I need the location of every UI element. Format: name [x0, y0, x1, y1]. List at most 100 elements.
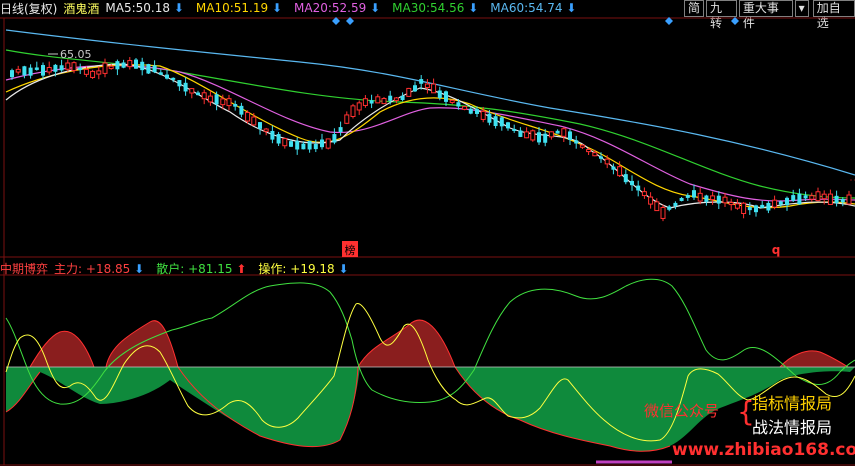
candle-body [134, 59, 138, 69]
ma5-line [5, 63, 855, 209]
candle-body [543, 133, 548, 143]
candle-body [475, 109, 479, 114]
candle-body [803, 195, 808, 199]
candle-body [34, 67, 39, 70]
promo-line-1: 指标情报局 [752, 394, 833, 413]
candle-body [630, 180, 634, 186]
arrow-down-icon: ⬇ [134, 261, 145, 276]
candle-body [548, 131, 554, 138]
candle-body [102, 62, 108, 74]
candle-body [747, 207, 752, 211]
candle-body [692, 190, 696, 198]
candle-body [623, 174, 628, 183]
candle-body [83, 68, 89, 75]
candle-body [722, 196, 728, 204]
retail-label: 散户: +81.15 ⬆ [156, 261, 247, 276]
candle-body [400, 95, 405, 100]
candle-body [239, 105, 244, 115]
candle-body [201, 92, 207, 100]
q-badge[interactable]: q [772, 243, 781, 257]
candle-body [207, 95, 213, 103]
candle-body [356, 102, 362, 111]
promo-url: www.zhibiao168.com [672, 440, 855, 460]
kline-chart[interactable]: 65.05 榜 q [0, 0, 855, 466]
candle-body [258, 122, 262, 129]
candle-body [673, 202, 678, 207]
candle-body [734, 203, 740, 209]
candle-body [350, 105, 356, 117]
arrow-down-icon: ⬇ [338, 261, 349, 276]
candle-body [406, 87, 412, 97]
candle-body [282, 138, 288, 147]
candle-body [301, 143, 306, 150]
candle-body [840, 198, 845, 203]
candle-body [704, 195, 709, 202]
candle-body [41, 65, 45, 76]
candle-body [325, 138, 331, 149]
candle-body [579, 144, 585, 148]
indicator-pane [5, 278, 855, 464]
candle-body [196, 92, 200, 96]
candle-body [586, 148, 592, 153]
candle-body [518, 130, 523, 137]
candle-body [660, 207, 666, 219]
candle-body [574, 140, 579, 144]
candle-body [78, 67, 83, 71]
candle-body [604, 158, 610, 165]
indicator-name[interactable]: 中期博弈 [0, 260, 48, 277]
candle-body [263, 128, 269, 132]
candle-body [487, 113, 492, 123]
candle-body [307, 140, 312, 150]
candle-body [599, 156, 603, 159]
candle-body [90, 70, 96, 78]
candle-body [524, 131, 530, 139]
candle-body [413, 85, 417, 92]
candle-body [648, 196, 654, 205]
candle-body [791, 195, 796, 201]
candle-body [28, 67, 33, 76]
candle-body [641, 191, 647, 197]
candle-body [846, 194, 852, 205]
candle-body [499, 117, 504, 127]
candle-body [444, 91, 448, 102]
candle-body [480, 110, 486, 120]
candle-body [393, 97, 399, 101]
candle-body [741, 202, 747, 214]
candle-body [270, 130, 275, 140]
candle-body [506, 122, 510, 129]
main-force-area-4 [780, 350, 848, 367]
candle-body [512, 128, 517, 131]
arrow-up-icon: ⬆ [236, 261, 247, 276]
candle-body [456, 102, 461, 107]
candle-body [772, 199, 778, 208]
candle-body [685, 195, 690, 198]
moving-averages [5, 29, 855, 209]
candlesticks[interactable] [10, 57, 852, 222]
candle-body [140, 61, 145, 71]
candle-body [592, 152, 598, 157]
candle-body [437, 90, 442, 99]
candle-body [636, 185, 641, 191]
candle-body [289, 141, 293, 147]
candle-body [177, 80, 182, 87]
candle-body [766, 202, 771, 211]
candle-body [617, 166, 623, 177]
retail-area [6, 367, 855, 452]
candle-body [65, 62, 71, 70]
candle-body [537, 132, 541, 143]
candle-body [815, 191, 821, 202]
candle-body [679, 198, 684, 201]
candle-body [344, 114, 350, 124]
candle-body [754, 205, 758, 213]
main-force-area-2 [106, 320, 178, 367]
operation-label: 操作: +19.18 ⬇ [258, 261, 349, 276]
candle-body [158, 72, 163, 75]
candle-body [561, 128, 567, 137]
candle-body [165, 74, 169, 79]
candle-body [10, 70, 14, 78]
candle-body [53, 64, 58, 72]
candle-body [320, 139, 324, 148]
candle-body [214, 94, 219, 105]
main-force-area-1 [30, 331, 94, 367]
candle-body [778, 201, 783, 205]
